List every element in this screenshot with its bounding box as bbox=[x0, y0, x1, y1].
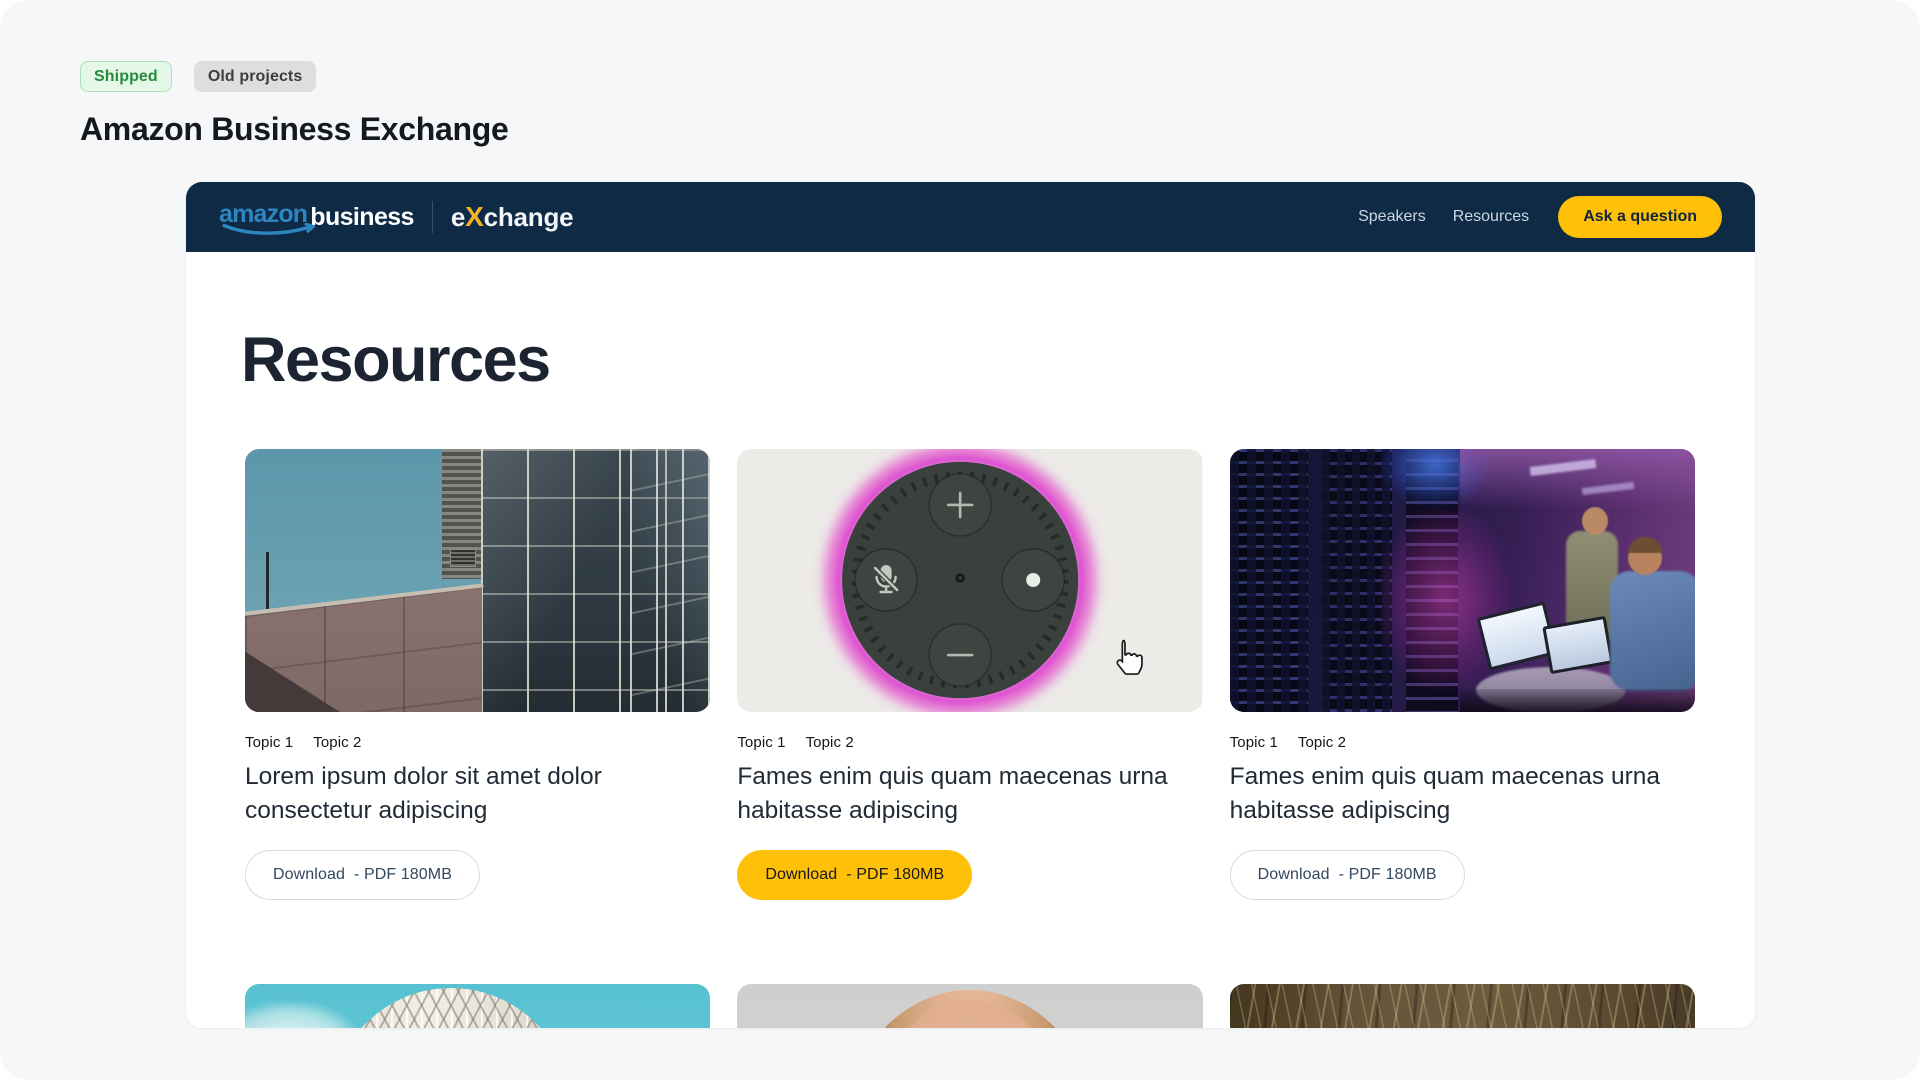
server-room-photo bbox=[1230, 449, 1695, 712]
download-meta: - PDF 180MB bbox=[354, 866, 452, 884]
topic-label: Topic 2 bbox=[1298, 734, 1346, 751]
laptop bbox=[1542, 616, 1613, 674]
resources-heading: Resources bbox=[241, 328, 1695, 392]
screenshot-root: Shipped Old projects Amazon Business Exc… bbox=[0, 0, 1920, 1080]
satellite-tower-photo bbox=[245, 984, 710, 1028]
site-navbar: amazon business eXchange Speakers Resour… bbox=[186, 182, 1755, 252]
resource-card-1: Topic 1 Topic 2 Lorem ipsum dolor sit am… bbox=[245, 449, 710, 900]
resource-title: Fames enim quis quam maecenas urna habit… bbox=[737, 760, 1202, 828]
download-button[interactable]: Download - PDF 180MB bbox=[245, 850, 480, 900]
nav-link-resources[interactable]: Resources bbox=[1453, 208, 1529, 226]
office-building-photo bbox=[245, 449, 710, 712]
floor bbox=[1460, 689, 1695, 712]
echo-action-button bbox=[1003, 549, 1065, 611]
echo-device-photo bbox=[737, 449, 1202, 712]
download-button-hovered[interactable]: Download - PDF 180MB bbox=[737, 850, 972, 900]
resource-card-2: Topic 1 Topic 2 Fames enim quis quam mae… bbox=[737, 449, 1202, 900]
download-meta: - PDF 180MB bbox=[846, 866, 944, 884]
tag-list: Shipped Old projects bbox=[80, 61, 509, 92]
page-title: Amazon Business Exchange bbox=[80, 111, 509, 148]
lattice-tower bbox=[331, 988, 571, 1028]
portrait-top-photo bbox=[737, 984, 1202, 1028]
brand-business-text: business bbox=[310, 203, 414, 232]
brand-logo[interactable]: amazon business eXchange bbox=[219, 200, 573, 235]
site-mockup-frame: amazon business eXchange Speakers Resour… bbox=[186, 182, 1755, 1028]
site-nav: Speakers Resources Ask a question bbox=[1358, 196, 1722, 238]
echo-mic-off-button bbox=[855, 549, 917, 611]
next-resource-row bbox=[245, 984, 1695, 1028]
brand-amazon: amazon bbox=[219, 200, 307, 235]
exchange-x: X bbox=[465, 201, 483, 232]
topic-row: Topic 1 Topic 2 bbox=[1230, 734, 1695, 751]
download-meta: - PDF 180MB bbox=[1339, 866, 1437, 884]
amazon-smile-icon bbox=[221, 223, 317, 237]
building-vent bbox=[450, 549, 476, 567]
topic-row: Topic 1 Topic 2 bbox=[737, 734, 1202, 751]
category-badge-old-projects: Old projects bbox=[194, 61, 317, 92]
resource-card-grid: Topic 1 Topic 2 Lorem ipsum dolor sit am… bbox=[245, 449, 1695, 900]
cloud bbox=[245, 1002, 361, 1028]
download-label: Download bbox=[765, 866, 837, 884]
nav-link-speakers[interactable]: Speakers bbox=[1358, 208, 1426, 226]
standing-person-head bbox=[1582, 507, 1608, 535]
echo-volume-up-button bbox=[929, 474, 991, 536]
building-glass-corner bbox=[630, 449, 710, 712]
ask-a-question-button[interactable]: Ask a question bbox=[1558, 196, 1722, 238]
topic-label: Topic 1 bbox=[737, 734, 785, 751]
exchange-e: e bbox=[451, 202, 465, 232]
resource-title: Lorem ipsum dolor sit amet dolor consect… bbox=[245, 760, 710, 828]
download-label: Download bbox=[273, 866, 345, 884]
ceiling bbox=[1460, 449, 1695, 509]
topic-label: Topic 1 bbox=[1230, 734, 1278, 751]
status-badge-shipped: Shipped bbox=[80, 61, 172, 92]
topic-label: Topic 2 bbox=[313, 734, 361, 751]
resource-card-3: Topic 1 Topic 2 Fames enim quis quam mae… bbox=[1230, 449, 1695, 900]
download-button[interactable]: Download - PDF 180MB bbox=[1230, 850, 1465, 900]
marble-texture-photo bbox=[1230, 984, 1695, 1028]
topic-label: Topic 2 bbox=[806, 734, 854, 751]
cursor-icon bbox=[1109, 639, 1143, 679]
echo-volume-down-button bbox=[929, 624, 991, 686]
download-label: Download bbox=[1258, 866, 1330, 884]
project-header: Shipped Old projects Amazon Business Exc… bbox=[80, 61, 509, 148]
topic-label: Topic 1 bbox=[245, 734, 293, 751]
sitting-person bbox=[1610, 571, 1695, 691]
brand-exchange-text: eXchange bbox=[451, 201, 574, 233]
topic-row: Topic 1 Topic 2 bbox=[245, 734, 710, 751]
exchange-rest: change bbox=[484, 202, 574, 232]
sitting-person-hair bbox=[1628, 537, 1662, 553]
brand-divider bbox=[432, 201, 433, 233]
resource-title: Fames enim quis quam maecenas urna habit… bbox=[1230, 760, 1695, 828]
server-rack bbox=[1230, 449, 1308, 712]
site-content: Resources Topic 1 Top bbox=[186, 328, 1755, 1028]
